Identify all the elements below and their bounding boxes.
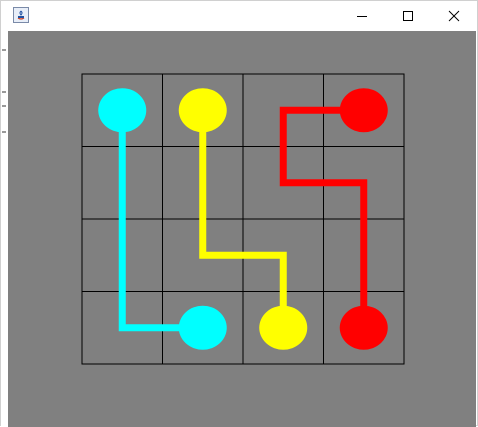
java-app-icon[interactable] (13, 7, 29, 23)
cyan-dot[interactable] (178, 305, 227, 350)
cyan-dot[interactable] (98, 88, 147, 133)
minimize-button[interactable] (339, 1, 385, 31)
minimize-icon (356, 10, 368, 22)
game-canvas[interactable] (8, 31, 476, 427)
maximize-button[interactable] (385, 1, 431, 31)
yellow-dot[interactable] (178, 88, 227, 133)
maximize-icon (402, 10, 414, 22)
close-button[interactable] (431, 1, 477, 31)
red-dot[interactable] (339, 88, 388, 133)
close-icon (448, 10, 460, 22)
flow-board[interactable] (8, 31, 476, 427)
app-window (0, 0, 478, 427)
red-dot[interactable] (339, 305, 388, 350)
window-edge (1, 31, 8, 427)
title-bar[interactable] (1, 1, 477, 31)
yellow-dot[interactable] (259, 305, 308, 350)
